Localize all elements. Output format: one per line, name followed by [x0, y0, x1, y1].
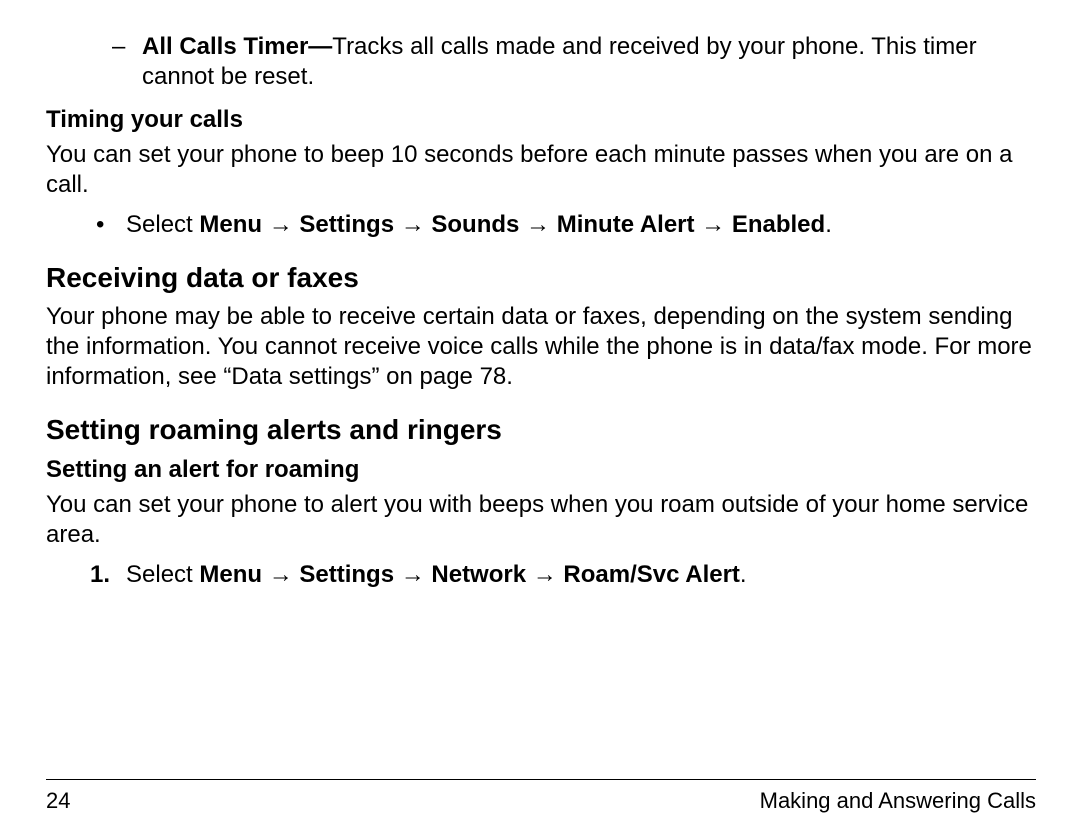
- paragraph: You can set your phone to alert you with…: [46, 490, 1036, 550]
- menu-path: Menu → Settings → Network → Roam/Svc Ale…: [199, 561, 740, 588]
- list-item-lead: All Calls Timer—: [142, 33, 332, 60]
- menu-path: Menu → Settings → Sounds → Minute Alert …: [199, 211, 825, 238]
- list-item-suffix: .: [740, 561, 747, 588]
- paragraph: Your phone may be able to receive certai…: [46, 302, 1036, 392]
- dash-marker: –: [112, 32, 142, 62]
- step-number: 1.: [90, 560, 126, 590]
- section-heading-timing: Timing your calls: [46, 106, 1036, 134]
- bullet-marker: •: [96, 210, 126, 240]
- page-footer: 24 Making and Answering Calls: [46, 779, 1036, 814]
- page-number: 24: [46, 788, 70, 814]
- paragraph: You can set your phone to beep 10 second…: [46, 140, 1036, 200]
- list-item-prefix: Select: [126, 561, 199, 588]
- manual-page: –All Calls Timer—Tracks all calls made a…: [0, 0, 1080, 834]
- list-item-prefix: Select: [126, 211, 199, 238]
- section-heading-roaming: Setting roaming alerts and ringers: [46, 414, 1036, 446]
- list-item: •Select Menu → Settings → Sounds → Minut…: [46, 210, 1036, 240]
- list-item: 1.Select Menu → Settings → Network → Roa…: [46, 560, 1036, 590]
- subsection-heading-roaming-alert: Setting an alert for roaming: [46, 456, 1036, 484]
- chapter-title: Making and Answering Calls: [760, 788, 1036, 814]
- list-item-suffix: .: [825, 211, 832, 238]
- list-item: –All Calls Timer—Tracks all calls made a…: [46, 32, 1036, 92]
- section-heading-receiving: Receiving data or faxes: [46, 262, 1036, 294]
